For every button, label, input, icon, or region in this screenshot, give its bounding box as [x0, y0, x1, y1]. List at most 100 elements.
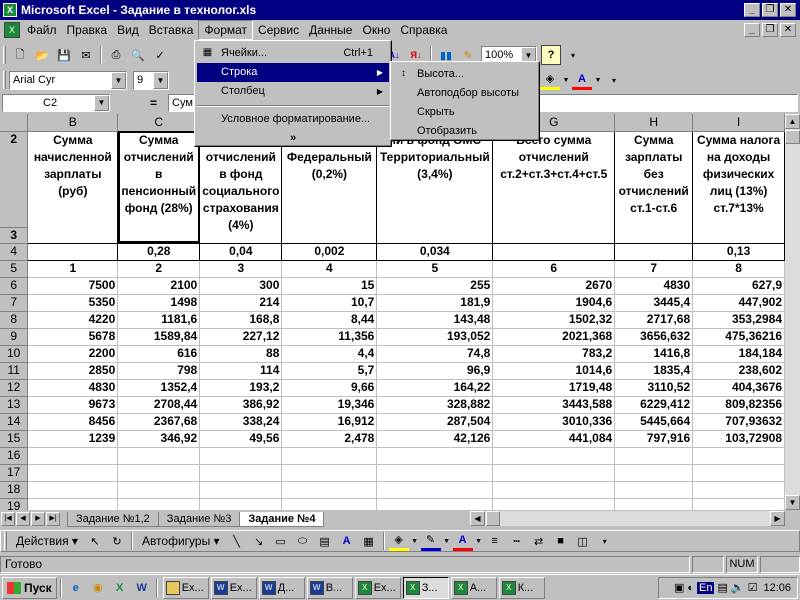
table-cell[interactable]: 2,478 [281, 430, 378, 448]
tray-icon[interactable]: ☑ [748, 581, 758, 594]
table-cell[interactable]: 328,882 [376, 396, 494, 414]
table-cell[interactable]: 1719,48 [492, 379, 616, 397]
table-cell[interactable] [692, 481, 785, 499]
rate-cell[interactable] [614, 242, 694, 261]
column-number-cell[interactable]: 6 [492, 260, 616, 278]
table-cell[interactable]: 1014,6 [492, 362, 616, 380]
table-cell[interactable]: 238,602 [692, 362, 785, 380]
save-icon[interactable]: 💾 [54, 45, 74, 65]
column-number-cell[interactable]: 2 [117, 260, 201, 278]
menu-format[interactable]: Формат [198, 20, 254, 40]
tray-icon[interactable]: ◐ [687, 582, 694, 594]
column-header-b[interactable]: B [27, 114, 119, 132]
table-cell[interactable]: 1835,4 [614, 362, 694, 380]
table-cell[interactable]: 3443,588 [492, 396, 616, 414]
table-cell[interactable]: 74,8 [376, 345, 494, 363]
table-cell[interactable]: 797,916 [614, 430, 694, 448]
table-cell[interactable]: 3110,52 [614, 379, 694, 397]
table-cell[interactable]: 3445,4 [614, 294, 694, 312]
scroll-left-icon[interactable]: ◀ [470, 511, 485, 526]
row-header-2-3[interactable]: 2 3 [0, 131, 29, 244]
rate-cell[interactable]: 0,28 [117, 242, 201, 261]
table-cell[interactable] [376, 481, 494, 499]
arrow-style-icon[interactable]: ⇄ [529, 531, 549, 551]
font-color-icon[interactable]: A [452, 531, 473, 551]
start-button[interactable]: Пуск [2, 576, 57, 599]
table-cell[interactable] [614, 464, 694, 482]
fill-color-icon[interactable]: ◈ [540, 70, 560, 90]
column-header-i[interactable]: I [692, 114, 785, 132]
toolbar-options-icon[interactable]: ▾ [595, 531, 615, 551]
table-cell[interactable]: 616 [117, 345, 201, 363]
header-cell-c[interactable]: Сумма отчислений в пенсионный фонд (28%) [117, 130, 201, 244]
table-cell[interactable]: 255 [376, 277, 494, 295]
restore-button[interactable]: ❐ [762, 3, 778, 17]
last-sheet-icon[interactable]: ▶| [46, 512, 60, 526]
table-cell[interactable]: 1352,4 [117, 379, 201, 397]
doc-minimize-button[interactable]: _ [744, 23, 760, 37]
tray-icon[interactable]: ▣ [674, 581, 684, 594]
table-cell[interactable]: 2717,68 [614, 311, 694, 329]
close-button[interactable]: ✕ [780, 3, 796, 17]
table-cell[interactable]: 164,22 [376, 379, 494, 397]
table-cell[interactable]: 103,72908 [692, 430, 785, 448]
first-sheet-icon[interactable]: |◀ [1, 512, 15, 526]
menu-file[interactable]: Файл [22, 21, 62, 39]
line-color-icon[interactable]: ✎ [420, 531, 441, 551]
row-header[interactable]: 13 [0, 396, 29, 414]
row-header[interactable]: 14 [0, 413, 29, 431]
column-number-cell[interactable]: 8 [692, 260, 785, 278]
table-cell[interactable] [614, 447, 694, 465]
chevron-down-icon[interactable]: ▼ [562, 70, 570, 90]
horizontal-scrollbar[interactable]: ◀ ▶ [470, 511, 785, 526]
table-cell[interactable]: 1181,6 [117, 311, 201, 329]
table-cell[interactable]: 9673 [27, 396, 119, 414]
outlook-icon[interactable]: ◉ [88, 578, 108, 598]
table-cell[interactable] [492, 498, 616, 510]
table-cell[interactable]: 9,66 [281, 379, 378, 397]
volume-icon[interactable]: 🔈 [731, 581, 745, 594]
table-cell[interactable] [117, 498, 201, 510]
column-number-cell[interactable]: 4 [281, 260, 378, 278]
rate-cell[interactable] [27, 242, 119, 261]
column-number-cell[interactable]: 3 [199, 260, 283, 278]
table-cell[interactable]: 1416,8 [614, 345, 694, 363]
font-color-icon[interactable]: A [572, 70, 592, 90]
row-header[interactable]: 8 [0, 311, 29, 329]
line-icon[interactable]: ╲ [227, 531, 247, 551]
table-cell[interactable] [492, 447, 616, 465]
clock[interactable]: 12:06 [763, 582, 791, 594]
scroll-right-icon[interactable]: ▶ [770, 511, 785, 526]
open-folder-icon[interactable]: 📂 [32, 45, 52, 65]
actions-menu[interactable]: Действия ▾ [10, 534, 84, 548]
table-cell[interactable] [117, 481, 201, 499]
3d-icon[interactable]: ◫ [573, 531, 593, 551]
menu-item-row[interactable]: Строка ▶ [197, 63, 389, 82]
column-number-cell[interactable]: 5 [376, 260, 494, 278]
help-icon[interactable]: ? [541, 45, 561, 65]
table-cell[interactable]: 447,902 [692, 294, 785, 312]
table-cell[interactable]: 227,12 [199, 328, 283, 346]
menu-item-conditional-format[interactable]: Условное форматирование... [197, 110, 389, 129]
table-cell[interactable]: 193,2 [199, 379, 283, 397]
submenu-item-height[interactable]: ↕ Высота... [393, 65, 539, 84]
arrow-icon[interactable]: ↘ [249, 531, 269, 551]
submenu-item-hide[interactable]: Скрыть [393, 103, 539, 122]
table-cell[interactable]: 2100 [117, 277, 201, 295]
font-size-select[interactable]: 9 ▼ [133, 70, 169, 90]
table-cell[interactable]: 96,9 [376, 362, 494, 380]
taskbar-window-button[interactable]: X Ex... [354, 576, 401, 599]
column-number-cell[interactable]: 1 [27, 260, 119, 278]
table-cell[interactable] [376, 498, 494, 510]
table-cell[interactable]: 3656,632 [614, 328, 694, 346]
clipart-icon[interactable]: ▦ [359, 531, 379, 551]
table-cell[interactable]: 5,7 [281, 362, 378, 380]
toolbar-options-icon[interactable]: ▾ [604, 70, 624, 90]
submenu-item-unhide[interactable]: Отобразить [393, 122, 539, 141]
table-cell[interactable] [376, 464, 494, 482]
mail-icon[interactable]: ✉ [76, 45, 96, 65]
row-header[interactable]: 12 [0, 379, 29, 397]
scroll-up-icon[interactable]: ▲ [785, 114, 800, 129]
taskbar-window-button[interactable]: Ex... [162, 576, 209, 599]
row-header[interactable]: 17 [0, 464, 29, 482]
